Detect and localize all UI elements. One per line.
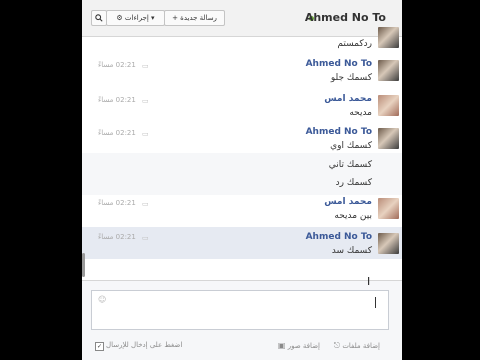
search-button[interactable] bbox=[91, 10, 107, 26]
composer: ☺ إضافة ملفات ⎋ إضافة صور ▣ ✓ اضغط على إ… bbox=[82, 280, 402, 360]
enter-to-send-label: اضغط على إدخال للإرسال bbox=[106, 341, 183, 349]
message-timestamp: 02:21 مساءً bbox=[98, 199, 136, 207]
message-text: كسمك اوي bbox=[330, 141, 372, 151]
message-text: ردكمستم bbox=[337, 39, 372, 49]
message-item: محمد امس بين مديحه ▭ 02:21 مساءً bbox=[82, 195, 402, 227]
message-text: كسمك تاني bbox=[328, 160, 372, 170]
message-text: كسمك رد bbox=[335, 178, 372, 188]
time-icon: ▭ bbox=[142, 62, 149, 70]
scrollbar-track[interactable] bbox=[82, 37, 88, 277]
add-files-link[interactable]: إضافة ملفات ⎋ bbox=[334, 341, 380, 351]
sender-name[interactable]: محمد امس bbox=[324, 94, 372, 104]
sender-name[interactable]: محمد امس bbox=[324, 197, 372, 207]
camera-icon: ▣ bbox=[277, 341, 286, 350]
composer-footer: إضافة ملفات ⎋ إضافة صور ▣ ✓ اضغط على إدخ… bbox=[82, 339, 402, 355]
search-icon bbox=[95, 14, 103, 22]
message-timestamp: 02:21 مساءً bbox=[98, 129, 136, 137]
message-item: كسمك تاني كسمك رد bbox=[82, 153, 402, 195]
actions-dropdown-button[interactable]: ⚙ إجراءات ▾ bbox=[106, 10, 165, 26]
avatar[interactable] bbox=[378, 198, 399, 219]
mouse-cursor-ibeam: I bbox=[367, 275, 371, 288]
avatar[interactable] bbox=[378, 233, 399, 254]
message-item: محمد امس مديحه ▭ 02:21 مساءً bbox=[82, 92, 402, 124]
message-input[interactable]: ☺ bbox=[91, 290, 389, 330]
enter-to-send-checkbox[interactable]: ✓ bbox=[95, 342, 104, 351]
scrollbar-thumb[interactable] bbox=[82, 253, 85, 277]
message-text: كسمك سد bbox=[331, 246, 372, 256]
message-item: Ahmed No To كسمك سد ▭ 02:21 مساءً bbox=[82, 227, 402, 259]
add-photo-link[interactable]: إضافة صور ▣ bbox=[278, 341, 320, 350]
sender-name[interactable]: Ahmed No To bbox=[306, 232, 372, 242]
emoticon-icon[interactable]: ☺ bbox=[98, 295, 106, 304]
message-text: بين مديحه bbox=[334, 211, 372, 221]
time-icon: ▭ bbox=[142, 234, 149, 242]
time-icon: ▭ bbox=[142, 130, 149, 138]
avatar[interactable] bbox=[378, 27, 399, 48]
avatar[interactable] bbox=[378, 128, 399, 149]
time-icon: ▭ bbox=[142, 200, 149, 208]
avatar[interactable] bbox=[378, 60, 399, 81]
text-caret bbox=[375, 297, 376, 308]
paperclip-icon: ⎋ bbox=[333, 341, 341, 350]
message-item: Ahmed No To كسمك جلو ▭ 02:21 مساءً bbox=[82, 57, 402, 89]
message-timestamp: 02:21 مساءً bbox=[98, 233, 136, 241]
new-message-button[interactable]: + رسالة جديدة bbox=[164, 10, 225, 26]
message-list[interactable]: ردكمستم Ahmed No To كسمك جلو ▭ 02:21 مسا… bbox=[82, 27, 402, 277]
conversation-title[interactable]: Ahmed No To bbox=[305, 11, 386, 24]
chat-panel: Ahmed No To + رسالة جديدة ⚙ إجراءات ▾ رد… bbox=[82, 0, 402, 360]
message-item: ردكمستم bbox=[82, 27, 402, 55]
message-text: كسمك جلو bbox=[330, 73, 372, 83]
message-timestamp: 02:21 مساءً bbox=[98, 61, 136, 69]
sender-name[interactable]: Ahmed No To bbox=[306, 59, 372, 69]
avatar[interactable] bbox=[378, 95, 399, 116]
time-icon: ▭ bbox=[142, 97, 149, 105]
message-text: مديحه bbox=[349, 108, 372, 118]
conversation-header: Ahmed No To + رسالة جديدة ⚙ إجراءات ▾ bbox=[82, 0, 402, 37]
sender-name[interactable]: Ahmed No To bbox=[306, 127, 372, 137]
message-timestamp: 02:21 مساءً bbox=[98, 96, 136, 104]
